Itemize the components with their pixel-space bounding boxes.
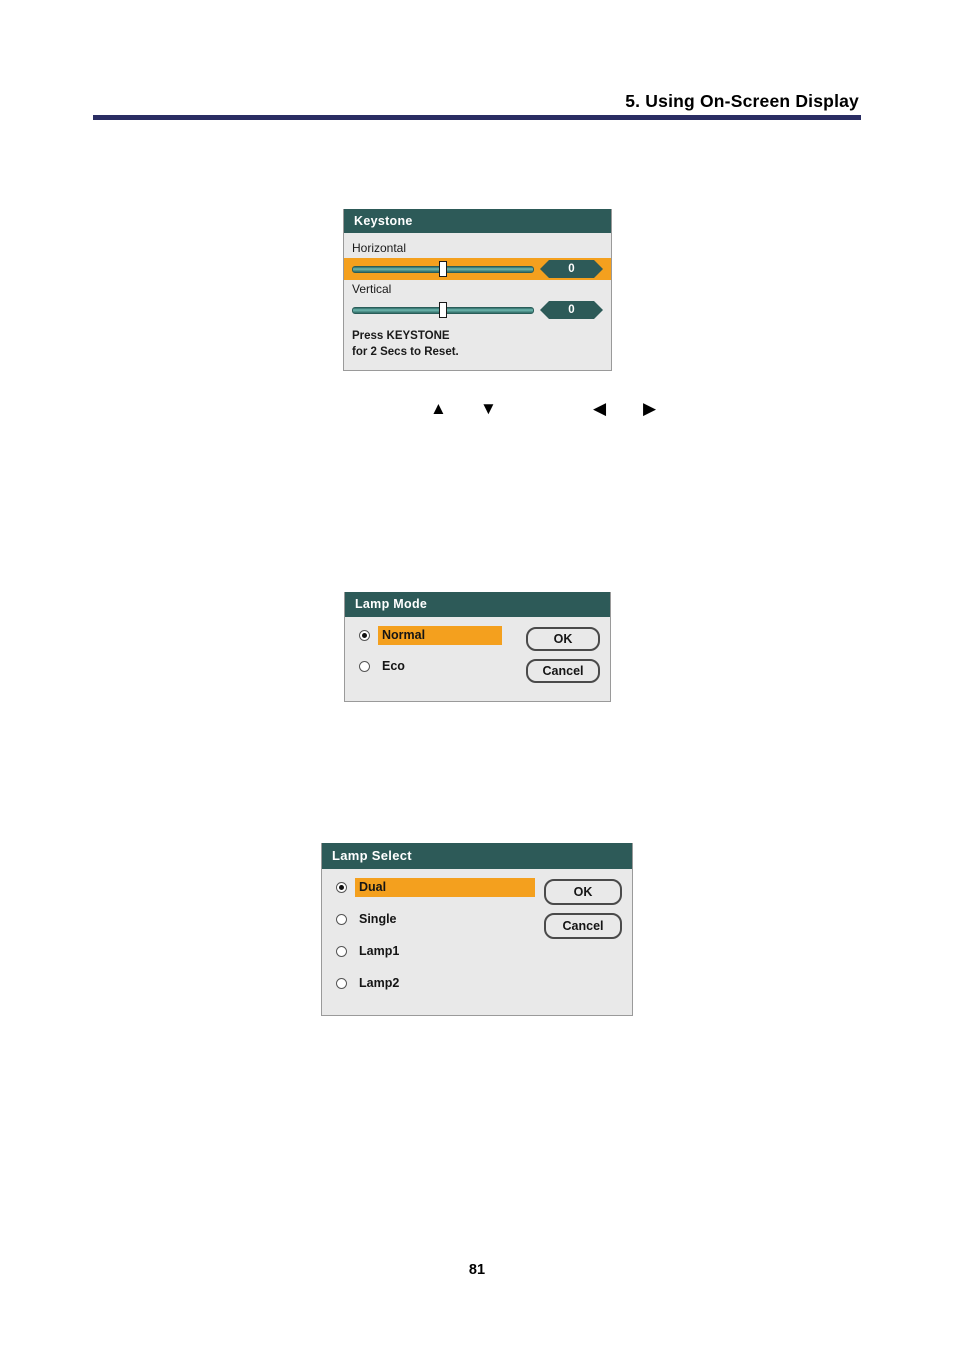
ok-button[interactable]: OK xyxy=(544,879,622,905)
lamp-mode-body: Normal Eco OK Cancel xyxy=(345,617,610,701)
arrow-down-icon: ▼ xyxy=(480,399,497,418)
keystone-note-line-2: for 2 Secs to Reset. xyxy=(352,345,459,358)
horizontal-slider-row[interactable]: 0 xyxy=(344,258,611,280)
cancel-button[interactable]: Cancel xyxy=(544,913,622,939)
ok-button[interactable]: OK xyxy=(526,627,600,651)
lamp-select-option-lamp1[interactable]: Lamp1 xyxy=(322,941,540,962)
horizontal-slider[interactable] xyxy=(352,258,534,280)
lamp-select-option-label: Dual xyxy=(355,878,535,897)
keystone-reset-note: Press KEYSTONE for 2 Secs to Reset. xyxy=(344,321,611,360)
lamp-select-option-label: Single xyxy=(359,912,397,926)
lamp-select-option-dual[interactable]: Dual xyxy=(322,877,540,898)
vertical-slider-handle[interactable] xyxy=(439,302,447,318)
page-title: 5. Using On-Screen Display xyxy=(625,91,859,111)
lamp-mode-title: Lamp Mode xyxy=(345,592,610,617)
radio-icon[interactable] xyxy=(336,882,347,893)
keystone-title: Keystone xyxy=(344,209,611,233)
radio-icon[interactable] xyxy=(359,630,370,641)
radio-icon[interactable] xyxy=(336,978,347,989)
lamp-mode-option-eco[interactable]: Eco xyxy=(345,656,522,677)
lamp-mode-option-label: Normal xyxy=(378,626,502,645)
arrow-up-icon: ▲ xyxy=(430,399,447,418)
lamp-select-dialog: Lamp Select Dual Single Lamp1 Lamp2 OK C… xyxy=(321,843,633,1016)
lamp-mode-options: Normal Eco xyxy=(345,625,522,691)
lamp-select-option-lamp2[interactable]: Lamp2 xyxy=(322,973,540,994)
vertical-slider-row[interactable]: 0 xyxy=(344,299,611,321)
cancel-button[interactable]: Cancel xyxy=(526,659,600,683)
lamp-select-buttons: OK Cancel xyxy=(540,877,632,1005)
lamp-select-option-label: Lamp2 xyxy=(359,976,400,990)
keystone-body: Horizontal 0 Vertical 0 Press KEYSTONE f… xyxy=(344,233,611,370)
keystone-dialog: Keystone Horizontal 0 Vertical 0 Press K… xyxy=(343,209,612,372)
arrow-glyph-row: ▲ ▼ ◀ ▶ xyxy=(430,398,690,424)
radio-icon[interactable] xyxy=(336,946,347,957)
lamp-select-body: Dual Single Lamp1 Lamp2 OK Cancel xyxy=(322,869,632,1015)
lamp-select-title: Lamp Select xyxy=(322,843,632,869)
lamp-mode-dialog: Lamp Mode Normal Eco OK Cancel xyxy=(344,592,611,702)
vertical-value-badge: 0 xyxy=(540,301,603,319)
radio-icon[interactable] xyxy=(336,914,347,925)
horizontal-label: Horizontal xyxy=(352,241,407,255)
header-rule xyxy=(93,115,861,121)
lamp-mode-option-normal[interactable]: Normal xyxy=(345,625,522,646)
lamp-select-option-single[interactable]: Single xyxy=(322,909,540,930)
page-number: 81 xyxy=(468,1262,486,1278)
lamp-select-options: Dual Single Lamp1 Lamp2 xyxy=(322,877,540,1005)
radio-icon[interactable] xyxy=(359,661,370,672)
page-header: 5. Using On-Screen Display xyxy=(93,91,861,121)
arrow-left-icon: ◀ xyxy=(593,399,607,418)
horizontal-value-badge: 0 xyxy=(540,260,603,278)
lamp-mode-option-label: Eco xyxy=(382,659,405,673)
vertical-label: Vertical xyxy=(352,282,392,296)
keystone-note-line-1: Press KEYSTONE xyxy=(352,330,450,342)
lamp-select-option-label: Lamp1 xyxy=(359,944,400,958)
horizontal-slider-handle[interactable] xyxy=(439,261,447,277)
lamp-mode-buttons: OK Cancel xyxy=(522,625,610,691)
arrow-right-icon: ▶ xyxy=(643,399,657,418)
vertical-slider[interactable] xyxy=(352,299,534,321)
